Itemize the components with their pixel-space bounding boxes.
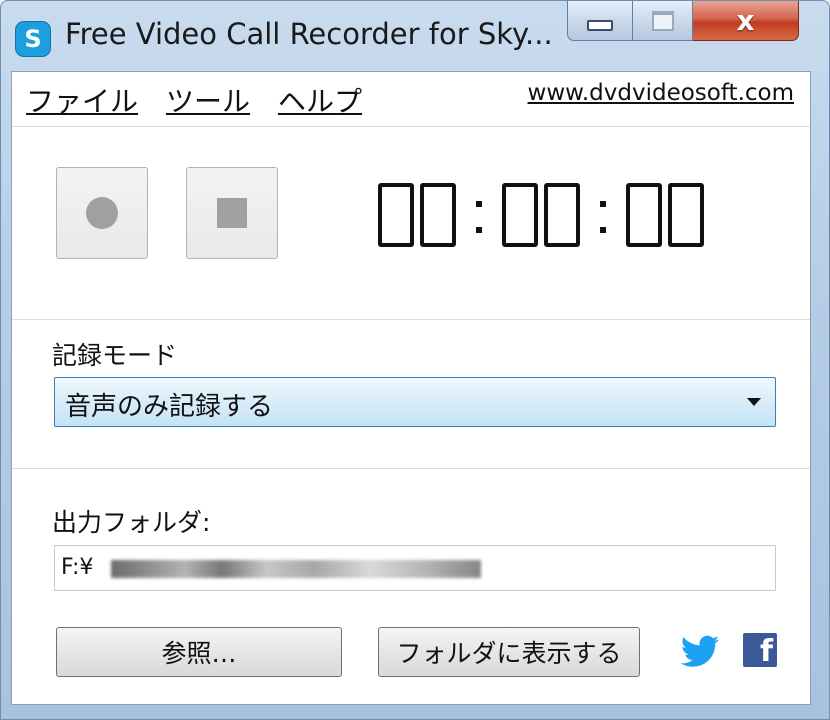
record-button[interactable]	[56, 167, 148, 259]
output-path-field[interactable]: F:¥	[54, 545, 776, 591]
timer-digit	[626, 183, 662, 247]
maximize-icon	[651, 10, 674, 31]
menu-file[interactable]: ファイル	[26, 80, 138, 120]
browse-button[interactable]: 参照…	[56, 627, 342, 677]
menu-tools-label: ツール	[166, 85, 251, 118]
close-icon: x	[736, 3, 755, 37]
output-folder-section: 出力フォルダ: F:¥ 参照… フォルダに表示する f	[12, 469, 810, 704]
minimize-icon	[587, 20, 613, 31]
timer-digit	[544, 183, 580, 247]
window-controls: x	[567, 1, 799, 45]
timer-digit	[420, 183, 456, 247]
skype-icon[interactable]: S	[15, 21, 51, 57]
recording-mode-section: 記録モード 音声のみ記録する	[12, 320, 810, 469]
timer-digit	[502, 183, 538, 247]
minimize-button[interactable]	[567, 1, 633, 41]
timer-minutes	[502, 183, 580, 247]
timer-digit	[378, 183, 414, 247]
menu-tools[interactable]: ツール	[166, 80, 250, 120]
window-title: Free Video Call Recorder for Sky...	[65, 17, 553, 51]
maximize-button	[633, 1, 693, 41]
menu-file-label: ファイル	[26, 85, 139, 118]
output-path-prefix: F:¥	[61, 555, 94, 580]
menu-bar: ファイル ツール ヘルプ www.dvdvideosoft.com	[12, 72, 810, 127]
chevron-down-icon	[747, 398, 761, 406]
redacted-path	[111, 560, 481, 578]
timer-colon	[580, 183, 626, 247]
output-folder-label: 出力フォルダ:	[52, 508, 211, 537]
record-icon	[86, 197, 118, 229]
stop-button[interactable]	[186, 167, 278, 259]
elapsed-timer	[378, 175, 704, 255]
recording-mode-value: 音声のみ記録する	[65, 392, 274, 422]
facebook-icon[interactable]: f	[743, 633, 777, 667]
stop-icon	[217, 198, 247, 228]
twitter-icon[interactable]	[680, 635, 720, 669]
recording-mode-label: 記録モード	[52, 341, 178, 370]
timer-colon	[456, 183, 502, 247]
facebook-glyph: f	[759, 634, 773, 669]
website-link[interactable]: www.dvdvideosoft.com	[528, 80, 794, 106]
timer-digit	[668, 183, 704, 247]
title-bar[interactable]: S Free Video Call Recorder for Sky... x	[1, 1, 829, 69]
menu-help-label: ヘルプ	[278, 85, 363, 118]
close-button[interactable]: x	[693, 1, 799, 41]
client-area: ファイル ツール ヘルプ www.dvdvideosoft.com 記録モード …	[11, 71, 811, 705]
recording-controls	[12, 127, 810, 320]
app-window: S Free Video Call Recorder for Sky... x …	[0, 0, 830, 720]
show-folder-button[interactable]: フォルダに表示する	[378, 627, 640, 677]
menu-help[interactable]: ヘルプ	[278, 80, 362, 120]
timer-hours	[378, 183, 456, 247]
timer-seconds	[626, 183, 704, 247]
recording-mode-select[interactable]: 音声のみ記録する	[54, 377, 776, 427]
